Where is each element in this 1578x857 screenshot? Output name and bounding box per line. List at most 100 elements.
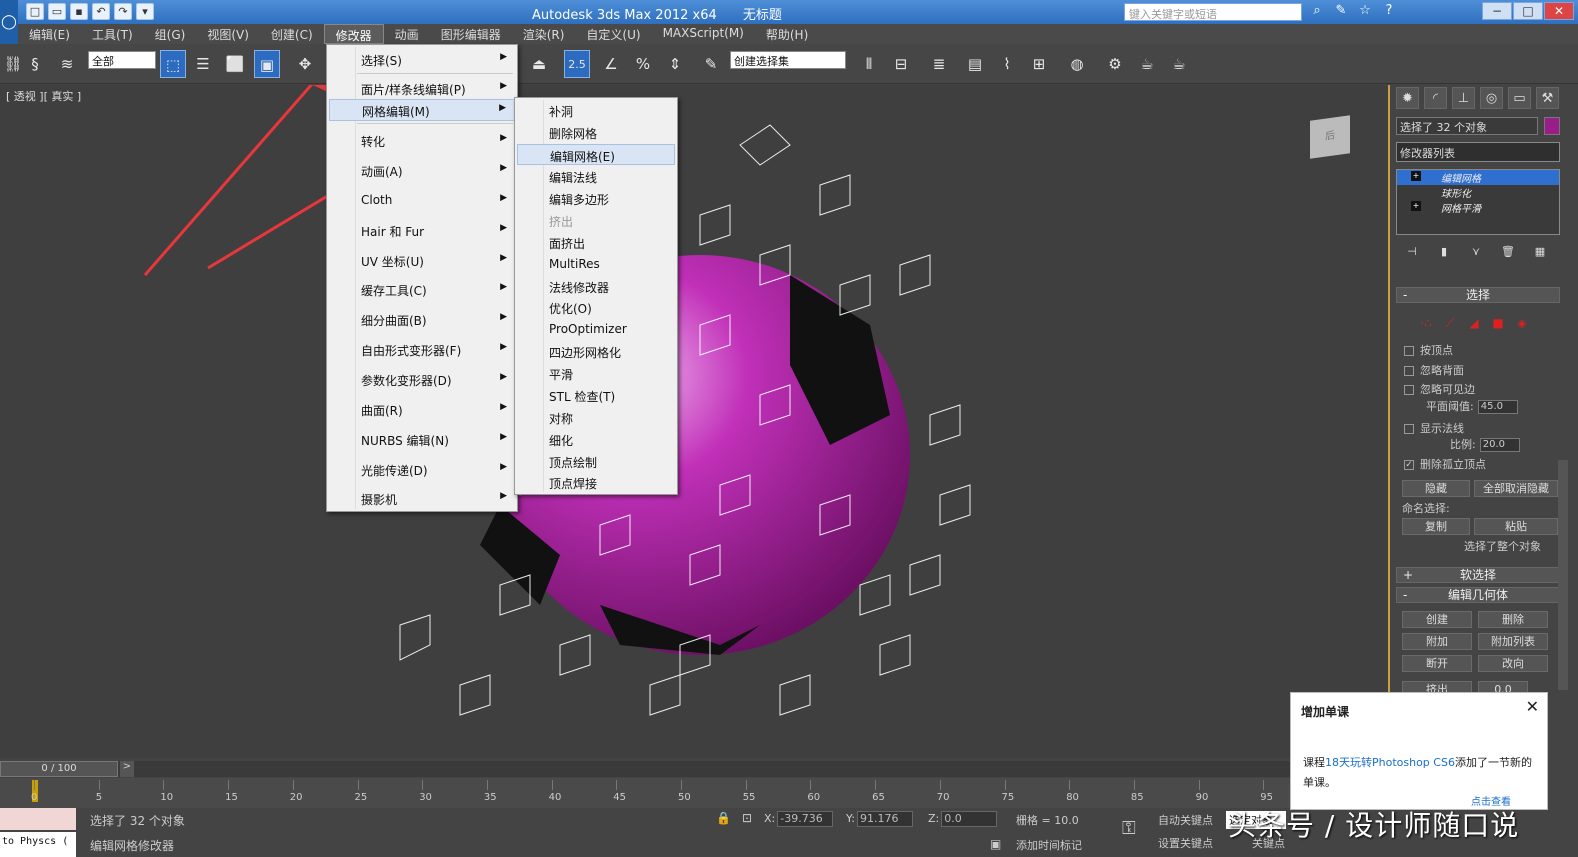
rollout-edit-geometry[interactable]: - 编辑几何体 (1396, 587, 1560, 603)
mirror-icon[interactable]: ⫴ (856, 50, 882, 78)
menu-rendering[interactable]: 渲染(R) (512, 24, 576, 44)
submenu-item-normal-modifier[interactable]: 法线修改器 (517, 276, 675, 297)
maxscript-listener[interactable] (0, 808, 76, 830)
create-button[interactable]: 创建 (1402, 611, 1472, 628)
maxscript-mini-listener[interactable]: to Physcs ( (0, 832, 76, 857)
rollout-selection[interactable]: - 选择 (1396, 287, 1560, 303)
save-icon[interactable]: ▪ (70, 3, 88, 20)
menu-item-patch-spline[interactable]: 面片/样条线编辑(P) ▶ (329, 78, 515, 100)
search-input[interactable]: 键入关键字或短语 (1124, 3, 1302, 21)
panel-scrollbar[interactable] (1558, 460, 1568, 690)
menu-item-free-form[interactable]: 自由形式变形器(F) ▶ (329, 339, 515, 361)
viewcube[interactable]: 后 (1310, 115, 1350, 159)
material-editor-icon[interactable]: ◍ (1064, 50, 1090, 78)
utilities-tab-icon[interactable]: ⚒ (1536, 87, 1559, 109)
expand-icon[interactable]: + (1411, 201, 1421, 211)
time-slider[interactable]: 0 / 100 > (0, 761, 1290, 777)
motion-tab-icon[interactable]: ◎ (1480, 87, 1503, 109)
menu-customize[interactable]: 自定义(U) (575, 24, 651, 44)
checkbox-ignore-visible-edges[interactable]: 忽略可见边 (1404, 381, 1475, 397)
break-button[interactable]: 断开 (1402, 655, 1472, 672)
checkbox-by-vertex[interactable]: 按顶点 (1404, 342, 1453, 358)
expand-icon[interactable]: + (1411, 171, 1421, 181)
show-end-result-icon[interactable]: ▮ (1436, 245, 1452, 261)
undo-icon[interactable]: ↶ (92, 3, 110, 20)
submenu-item-symmetry[interactable]: 对称 (517, 407, 675, 428)
close-icon[interactable]: ✕ (1526, 697, 1539, 716)
submenu-item-tessellate[interactable]: 细化 (517, 429, 675, 450)
menu-tools[interactable]: 工具(T) (81, 24, 144, 44)
close-button[interactable]: ✕ (1544, 2, 1574, 20)
bind-spacewarp-icon[interactable]: ≋ (54, 50, 80, 78)
planar-threshold-spinner[interactable]: 平面阈值: 45.0 (1426, 398, 1518, 414)
graphite-icon[interactable]: ▤ (962, 50, 988, 78)
submenu-item-quadify-mesh[interactable]: 四边形网格化 (517, 341, 675, 362)
spinner-snap-icon[interactable]: ⇕ (662, 50, 688, 78)
y-coordinate[interactable]: Y: 91.176 (846, 811, 913, 827)
modify-tab-icon[interactable]: ◜ (1424, 87, 1447, 109)
attach-button[interactable]: 附加 (1402, 633, 1472, 650)
set-key-icon[interactable]: ⚿ (1122, 818, 1136, 839)
unlink-icon[interactable]: § (22, 50, 48, 78)
z-coordinate[interactable]: Z: 0.0 (928, 811, 998, 827)
submenu-item-face-extrude[interactable]: 面挤出 (517, 232, 675, 253)
render-production-icon[interactable]: ☕ (1166, 50, 1192, 78)
redo-icon[interactable]: ↷ (114, 3, 132, 20)
menu-item-cloth[interactable]: Cloth ▶ (329, 190, 515, 212)
submenu-item-vertex-weld[interactable]: 顶点焊接 (517, 472, 675, 493)
delete-button[interactable]: 删除 (1478, 611, 1548, 628)
submenu-item-edit-normals[interactable]: 编辑法线 (517, 166, 675, 187)
menu-maxscript[interactable]: MAXScript(M) (652, 24, 755, 44)
time-slider-thumb[interactable]: 0 / 100 (0, 761, 118, 777)
help-icon[interactable]: ? (1380, 3, 1398, 21)
face-mode-icon[interactable]: ◢ (1466, 316, 1482, 332)
perspective-viewport[interactable]: [ 透视 ][ 真实 ] 后 (0, 85, 1388, 758)
menu-item-conversion[interactable]: 转化 ▶ (329, 130, 515, 152)
scale-spinner[interactable]: 比例: 20.0 (1450, 436, 1520, 452)
menu-graph-editors[interactable]: 图形编辑器 (430, 24, 512, 44)
unhide-all-button[interactable]: 全部取消隐藏 (1474, 480, 1558, 497)
select-by-name-icon[interactable]: ☰ (190, 50, 216, 78)
menu-item-subdivision[interactable]: 细分曲面(B) ▶ (329, 309, 515, 331)
menu-modifiers[interactable]: 修改器 (323, 24, 384, 44)
checkbox-show-normals[interactable]: 显示法线 (1404, 420, 1464, 436)
submenu-item-vertex-paint[interactable]: 顶点绘制 (517, 451, 675, 472)
auto-key-button[interactable]: 自动关键点 (1158, 812, 1213, 828)
paste-button[interactable]: 粘贴 (1474, 518, 1558, 535)
menu-help[interactable]: 帮助(H) (755, 24, 819, 44)
maximize-button[interactable]: □ (1513, 2, 1543, 20)
submenu-item-cap-holes[interactable]: 补洞 (517, 100, 675, 121)
rect-selection-icon[interactable]: ⬜ (222, 50, 248, 78)
menu-item-selection[interactable]: 选择(S) ▶ (329, 49, 515, 71)
hide-button[interactable]: 隐藏 (1402, 480, 1470, 497)
window-crossing-icon[interactable]: ▣ (254, 50, 280, 78)
submenu-item-edit-mesh[interactable]: 编辑网格(E) (517, 144, 675, 165)
selection-filter-dropdown[interactable]: 全部 (88, 51, 156, 69)
menu-animation[interactable]: 动画 (384, 24, 430, 44)
stack-item-edit-mesh[interactable]: + 编辑网格 (1397, 170, 1559, 185)
object-name-field[interactable]: 选择了 32 个对象 (1396, 117, 1538, 135)
pin-stack-icon[interactable]: ⊣ (1404, 245, 1420, 261)
submenu-item-prooptimizer[interactable]: ProOptimizer (517, 319, 675, 340)
submenu-item-stl-check[interactable]: STL 检查(T) (517, 385, 675, 406)
lock-selection-icon[interactable]: 🔒 (716, 811, 731, 825)
minimize-button[interactable]: − (1482, 2, 1512, 20)
spinner-value[interactable]: 45.0 (1477, 400, 1518, 414)
polygon-mode-icon[interactable]: ■ (1490, 316, 1506, 332)
next-frame-icon[interactable]: > (120, 761, 134, 777)
vertex-mode-icon[interactable]: ·∴ (1418, 316, 1434, 332)
coord-value[interactable]: 0.0 (941, 811, 998, 827)
app-logo-icon[interactable]: ◯ (0, 0, 18, 44)
absolute-mode-icon[interactable]: ⊡ (742, 811, 752, 825)
coord-value[interactable]: -39.736 (777, 811, 834, 827)
new-file-icon[interactable]: □ (26, 3, 44, 20)
select-move-icon[interactable]: ✥ (292, 50, 318, 78)
x-coordinate[interactable]: X: -39.736 (764, 811, 834, 827)
hierarchy-tab-icon[interactable]: ⊥ (1452, 87, 1475, 109)
course-link[interactable]: 18天玩转Photoshop CS6 (1325, 756, 1455, 769)
menu-item-mesh-editing[interactable]: 网格编辑(M) ▶ (329, 99, 515, 121)
modifier-list-dropdown[interactable]: 修改器列表 (1396, 142, 1560, 162)
schematic-view-icon[interactable]: ⊞ (1026, 50, 1052, 78)
menu-edit[interactable]: 编辑(E) (18, 24, 81, 44)
spinner-value[interactable]: 20.0 (1479, 438, 1520, 452)
